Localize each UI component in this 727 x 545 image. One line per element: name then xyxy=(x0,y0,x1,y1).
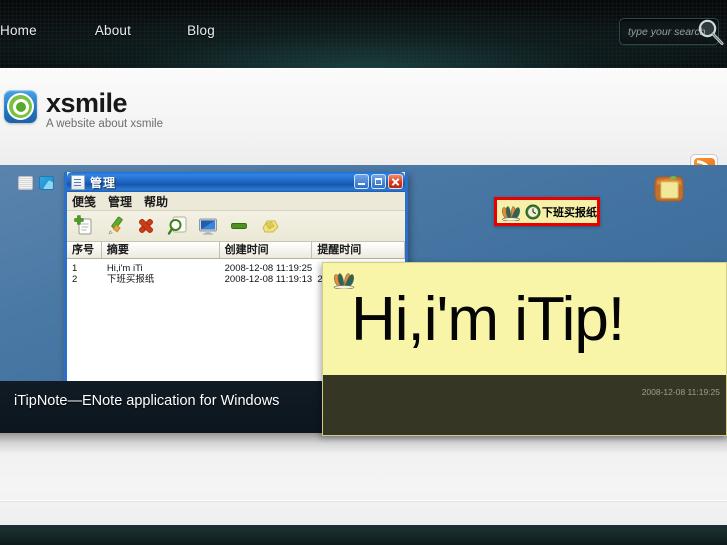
cell-created: 2008-12-08 11:19:25 xyxy=(224,263,313,274)
sticky-notes-icon[interactable] xyxy=(259,215,281,237)
maximize-button[interactable] xyxy=(371,174,386,189)
column-header-no[interactable]: 序号 xyxy=(67,242,102,258)
search-input[interactable] xyxy=(619,18,719,45)
minimize-button[interactable] xyxy=(354,174,369,189)
tip-popup-bar[interactable]: 下班买报纸 xyxy=(494,197,600,226)
slide-thumbnails xyxy=(18,176,54,190)
nav-item-blog[interactable]: Blog xyxy=(187,23,215,38)
content-divider xyxy=(0,500,727,502)
menu-item-help[interactable]: 帮助 xyxy=(144,193,168,210)
search-magnifier-icon[interactable] xyxy=(166,215,188,237)
brand-text: xsmile A website about xsmile xyxy=(46,88,163,131)
column-header-summary[interactable]: 摘要 xyxy=(102,242,220,258)
content-area xyxy=(0,433,727,525)
sticky-note-overlay[interactable]: Hi,i'm iTip! 2008-12-08 11:19:25 xyxy=(322,262,727,436)
search-container xyxy=(619,18,724,45)
top-navigation-bar: Home About Blog xyxy=(0,0,727,68)
window-title: 管理 xyxy=(90,175,117,190)
column-header-created[interactable]: 创建时间 xyxy=(220,242,313,258)
window-menu-bar: 便笺 管理 帮助 xyxy=(67,192,405,211)
nav-links: Home About Blog xyxy=(0,23,247,38)
brand-block[interactable]: xsmile A website about xsmile xyxy=(4,88,163,131)
site-tagline: A website about xsmile xyxy=(46,118,163,130)
table-header-row: 序号 摘要 创建时间 提醒时间 xyxy=(67,242,405,259)
window-toolbar xyxy=(67,211,405,242)
clock-icon xyxy=(525,204,541,219)
add-note-icon[interactable] xyxy=(73,215,95,237)
monitor-icon[interactable] xyxy=(197,215,219,237)
sticky-note-dark-panel: 2008-12-08 11:19:25 xyxy=(323,375,726,435)
slide-thumb-1[interactable] xyxy=(18,176,33,190)
document-icon xyxy=(71,174,85,190)
menu-item-notes[interactable]: 便笺 xyxy=(72,193,96,210)
note-box-desktop-icon[interactable] xyxy=(652,171,686,205)
nav-item-about[interactable]: About xyxy=(95,23,131,38)
window-title-bar: 管理 xyxy=(67,172,405,192)
cell-summary: Hi,i'm iTi xyxy=(106,263,143,274)
column-header-remind[interactable]: 提醒时间 xyxy=(312,242,405,258)
cell-summary: 下班买报纸 xyxy=(106,274,155,285)
site-title: xsmile xyxy=(46,88,128,118)
cell-no: 1 xyxy=(72,263,78,274)
site-footer xyxy=(0,525,727,545)
sticky-note-text: Hi,i'm iTip! xyxy=(351,285,625,354)
cell-created: 2008-12-08 11:19:13 xyxy=(224,274,313,285)
remove-minus-icon[interactable] xyxy=(228,215,250,237)
slide-thumb-2[interactable] xyxy=(39,176,54,190)
close-button[interactable] xyxy=(388,174,403,189)
delete-x-icon[interactable] xyxy=(135,215,157,237)
edit-pencil-icon[interactable] xyxy=(104,215,126,237)
sticky-note-timestamp: 2008-12-08 11:19:25 xyxy=(641,387,720,397)
content-top-shadow xyxy=(0,433,727,455)
fan-shell-icon xyxy=(501,206,521,221)
menu-item-manage[interactable]: 管理 xyxy=(108,193,132,210)
site-header: xsmile A website about xsmile xyxy=(0,68,727,182)
window-controls xyxy=(354,174,403,189)
tip-text: 下班买报纸 xyxy=(542,206,597,219)
banner-caption: iTipNote—ENote application for Windows xyxy=(14,393,280,409)
cell-no: 2 xyxy=(72,274,78,285)
nav-item-home[interactable]: Home xyxy=(0,23,37,38)
target-bullseye-logo xyxy=(4,90,37,123)
